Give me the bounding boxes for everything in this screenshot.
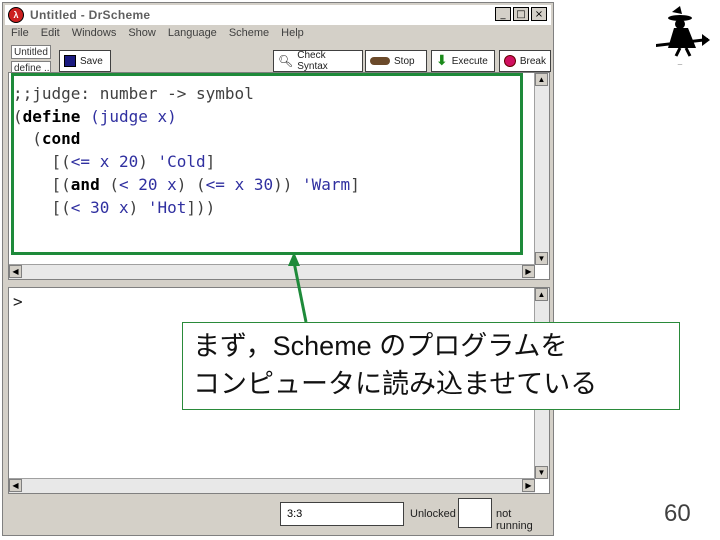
- check-syntax-label: Check Syntax: [297, 50, 328, 72]
- save-button[interactable]: Save: [59, 50, 111, 72]
- svg-text:—: —: [677, 63, 683, 68]
- tab-untitled[interactable]: Untitled: [11, 45, 51, 59]
- execute-button[interactable]: ⬇ Execute: [431, 50, 495, 72]
- drscheme-lambda-icon: λ: [8, 7, 24, 23]
- page-number: 60: [664, 500, 691, 527]
- lock-status[interactable]: Unlocked: [410, 508, 456, 520]
- interactions-horizontal-scrollbar[interactable]: ◀ ▶: [9, 478, 535, 493]
- scroll-down-arrow-icon[interactable]: ▼: [535, 466, 548, 479]
- stop-label: Stop: [394, 55, 415, 67]
- execute-arrow-icon: ⬇: [436, 53, 448, 69]
- stop-icon: [370, 57, 390, 65]
- cursor-position: 3:3: [280, 502, 404, 526]
- execute-label: Execute: [451, 55, 488, 67]
- callout-line-2: コンピュータに読み込ませている: [193, 369, 598, 399]
- save-icon: [64, 55, 76, 67]
- scroll-left-arrow-icon[interactable]: ◀: [9, 265, 22, 278]
- scroll-left-arrow-icon[interactable]: ◀: [9, 479, 22, 492]
- magnifier-icon: 🔍︎: [278, 54, 294, 68]
- callout-line-1: まず，Scheme のプログラムを: [193, 331, 568, 361]
- window-title: Untitled - DrScheme: [30, 8, 151, 22]
- menu-language[interactable]: Language: [168, 27, 217, 43]
- menu-bar: File Edit Windows Show Language Scheme H…: [5, 27, 304, 43]
- break-label: Break: [519, 55, 546, 67]
- menu-scheme[interactable]: Scheme: [229, 27, 269, 43]
- scroll-up-arrow-icon[interactable]: ▲: [535, 288, 548, 301]
- minimize-button[interactable]: _: [495, 7, 511, 21]
- menu-show[interactable]: Show: [128, 27, 156, 43]
- check-syntax-button[interactable]: 🔍︎ Check Syntax: [273, 50, 363, 72]
- witch-logo: —: [656, 6, 710, 68]
- menu-edit[interactable]: Edit: [41, 27, 60, 43]
- definitions-horizontal-scrollbar[interactable]: ◀ ▶: [9, 264, 535, 279]
- running-status: not running: [496, 508, 533, 532]
- status-bar: 3:3 Unlocked not running: [2, 498, 550, 532]
- menu-help[interactable]: Help: [281, 27, 304, 43]
- scroll-down-arrow-icon[interactable]: ▼: [535, 252, 548, 265]
- close-button[interactable]: ×: [531, 7, 547, 21]
- save-label: Save: [80, 55, 103, 67]
- break-button[interactable]: Break: [499, 50, 551, 72]
- scroll-up-arrow-icon[interactable]: ▲: [535, 73, 548, 86]
- menu-file[interactable]: File: [11, 27, 29, 43]
- stop-button[interactable]: Stop: [365, 50, 427, 72]
- menu-windows[interactable]: Windows: [72, 27, 117, 43]
- running-indicator: [458, 498, 492, 528]
- break-icon: [504, 55, 516, 67]
- title-bar[interactable]: λ Untitled - DrScheme _ □ ×: [5, 5, 551, 25]
- scroll-right-arrow-icon[interactable]: ▶: [522, 479, 535, 492]
- scroll-right-arrow-icon[interactable]: ▶: [522, 265, 535, 278]
- repl-prompt: >: [13, 292, 23, 311]
- definitions-vertical-scrollbar[interactable]: ▲ ▼: [534, 73, 549, 265]
- maximize-button[interactable]: □: [513, 7, 529, 21]
- code-highlight-box: [11, 73, 523, 255]
- annotation-callout: まず，Scheme のプログラムを コンピュータに読み込ませている: [182, 322, 680, 410]
